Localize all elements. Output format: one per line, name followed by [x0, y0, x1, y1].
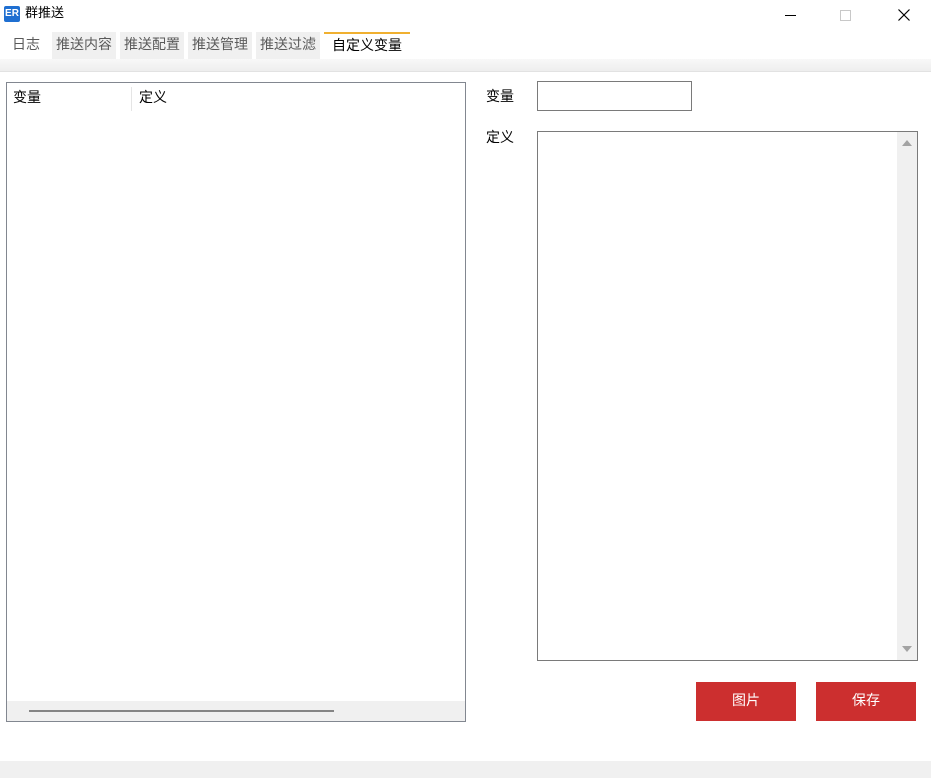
close-icon	[898, 9, 910, 21]
column-header-variable[interactable]: 变量	[13, 83, 41, 113]
scroll-down-icon[interactable]	[902, 646, 912, 652]
title-bar[interactable]: ER 群推送	[0, 0, 931, 30]
app-logo-icon: ER	[4, 6, 20, 22]
tab-push-filter[interactable]: 推送过滤	[256, 32, 320, 59]
horizontal-scrollbar[interactable]	[7, 701, 465, 721]
save-button[interactable]: 保存	[816, 682, 916, 721]
column-header-definition[interactable]: 定义	[139, 83, 167, 113]
tab-push-config[interactable]: 推送配置	[120, 32, 184, 59]
close-button[interactable]	[881, 0, 927, 30]
app-window: ER 群推送 日志 推送内容 推送配置 推送管理 推送过滤 自定义变量 变量 定…	[0, 0, 931, 778]
tab-strip-shadow	[0, 59, 931, 72]
vertical-scrollbar[interactable]	[897, 132, 917, 660]
minimize-button[interactable]	[767, 0, 813, 30]
tab-push-management[interactable]: 推送管理	[188, 32, 252, 59]
tab-push-content[interactable]: 推送内容	[52, 32, 116, 59]
variable-label: 变量	[486, 89, 514, 105]
variable-input[interactable]	[537, 81, 692, 111]
window-title: 群推送	[25, 6, 65, 21]
maximize-icon	[839, 9, 851, 21]
maximize-button[interactable]	[822, 0, 868, 30]
image-button[interactable]: 图片	[696, 682, 796, 721]
scrollbar-thumb[interactable]	[29, 710, 334, 712]
tab-custom-variables[interactable]: 自定义变量	[324, 32, 410, 59]
scroll-up-icon[interactable]	[902, 140, 912, 146]
status-bar	[0, 761, 931, 778]
column-divider[interactable]	[131, 87, 132, 111]
list-header: 变量 定义	[7, 83, 465, 113]
tab-log[interactable]: 日志	[0, 32, 48, 59]
minimize-icon	[784, 14, 796, 16]
definition-textarea[interactable]	[537, 131, 918, 661]
definition-label: 定义	[486, 130, 514, 146]
variable-list[interactable]: 变量 定义	[6, 82, 466, 722]
tab-bar: 日志 推送内容 推送配置 推送管理 推送过滤 自定义变量	[0, 31, 414, 59]
